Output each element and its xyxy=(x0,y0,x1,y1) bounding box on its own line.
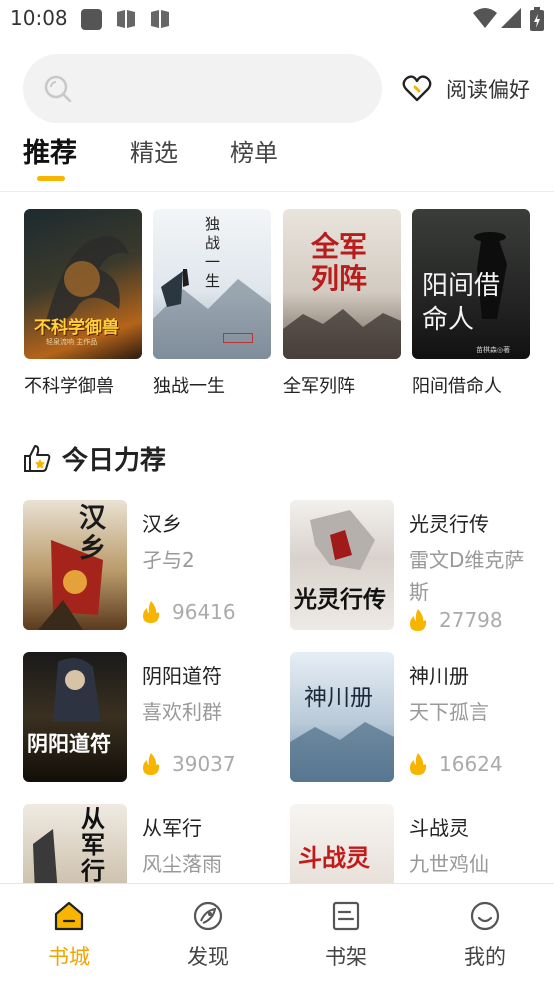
cover-title: 从军行 xyxy=(81,804,105,884)
book-title: 神川册 xyxy=(409,664,469,688)
nav-label: 发现 xyxy=(187,945,229,969)
recommended-book[interactable]: 独战一生 独战一生 xyxy=(153,209,272,398)
book-cover: 神川册 xyxy=(290,652,394,782)
cover-title: 神川册 xyxy=(304,685,373,711)
book-cover: 光灵行传 xyxy=(290,500,394,630)
list-item[interactable]: 神川册 神川册 天下孤言 16624 xyxy=(290,652,540,784)
heat-score: 39037 xyxy=(142,752,236,776)
tab-recommend[interactable]: 推荐 xyxy=(23,131,77,170)
cover-title: 阳间借命人 xyxy=(422,271,501,335)
list-item[interactable]: 汉乡 汉乡 孑与2 96416 xyxy=(23,500,273,632)
list-item[interactable]: 光灵行传 光灵行传 雷文D维克萨斯 27798 xyxy=(290,500,540,632)
book-author: 喜欢利群 xyxy=(142,700,222,724)
recommended-book[interactable]: 不科学御兽 轻泉流响 主作品 不科学御兽 xyxy=(24,209,143,398)
list-item[interactable]: 从军行 从军行 风尘落雨 xyxy=(23,804,273,884)
fire-icon xyxy=(143,601,160,623)
section-header: 今日力荐 xyxy=(22,440,166,476)
recommended-book[interactable]: 阳间借命人 苗棋森◎著 阳间借命人 xyxy=(412,209,531,398)
active-tab-indicator xyxy=(37,176,65,181)
nav-label: 我的 xyxy=(464,945,506,969)
heat-score: 16624 xyxy=(409,752,503,776)
wifi-icon xyxy=(473,8,497,28)
nav-label: 书城 xyxy=(48,945,90,969)
fire-icon xyxy=(143,753,160,775)
bookshelf-icon xyxy=(332,901,360,931)
status-bar: 10:08 xyxy=(0,0,554,38)
book-cover: 汉乡 xyxy=(23,500,127,630)
cover-seal xyxy=(223,333,253,343)
nav-label: 书架 xyxy=(325,945,367,969)
bottom-nav: 书城 发现 书架 我的 xyxy=(0,883,554,985)
book-title: 全军列阵 xyxy=(283,376,355,397)
cover-title: 全军列阵 xyxy=(311,230,368,295)
cover-title: 光灵行传 xyxy=(294,586,386,613)
profile-icon xyxy=(470,901,500,931)
cover-title: 斗战灵 xyxy=(298,843,370,872)
nav-item-discover[interactable]: 发现 xyxy=(168,899,248,971)
book-cover: 全军列阵 xyxy=(283,209,401,359)
tab-ranking[interactable]: 榜单 xyxy=(230,133,278,168)
book-title: 阴阳道符 xyxy=(142,664,222,688)
cover-subtitle: 轻泉流响 主作品 xyxy=(46,338,98,346)
book-cover: 独战一生 xyxy=(153,209,271,359)
section-title: 今日力荐 xyxy=(62,445,167,476)
reading-preference-label: 阅读偏好 xyxy=(446,78,530,102)
book-title: 阳间借命人 xyxy=(412,376,502,397)
heat-value: 16624 xyxy=(439,752,503,776)
search-input[interactable] xyxy=(23,54,382,123)
heat-value: 96416 xyxy=(172,600,236,624)
nav-item-bookstore[interactable]: 书城 xyxy=(29,899,109,971)
list-item[interactable]: 斗战灵 斗战灵 九世鸡仙 xyxy=(290,804,540,884)
cover-title: 不科学御兽 xyxy=(34,318,119,338)
book-cover: 斗战灵 xyxy=(290,804,394,884)
nav-item-bookshelf[interactable]: 书架 xyxy=(306,899,386,971)
book-title: 从军行 xyxy=(142,816,202,840)
heart-icon xyxy=(402,75,432,102)
notification-app-icon xyxy=(81,9,102,30)
cover-title: 汉乡 xyxy=(79,503,106,564)
list-item[interactable]: 阴阳道符 阴阳道符 喜欢利群 39037 xyxy=(23,652,273,784)
home-icon xyxy=(54,901,84,931)
book-title: 汉乡 xyxy=(142,512,182,536)
divider xyxy=(0,191,554,192)
fire-icon xyxy=(410,753,427,775)
recommended-book[interactable]: 全军列阵 全军列阵 xyxy=(283,209,402,398)
heat-score: 27798 xyxy=(409,608,503,632)
book-author: 九世鸡仙 xyxy=(409,852,489,876)
book-cover: 阳间借命人 苗棋森◎著 xyxy=(412,209,530,359)
book-title: 斗战灵 xyxy=(409,816,469,840)
book-cover: 阴阳道符 xyxy=(23,652,127,782)
book-notification-icon xyxy=(117,10,135,28)
book-title: 光灵行传 xyxy=(409,512,489,536)
nav-item-profile[interactable]: 我的 xyxy=(445,899,525,971)
book-cover: 从军行 xyxy=(23,804,127,884)
heat-value: 27798 xyxy=(439,608,503,632)
book-author: 孑与2 xyxy=(142,548,195,572)
status-time: 10:08 xyxy=(10,6,68,30)
book-cover: 不科学御兽 轻泉流响 主作品 xyxy=(24,209,142,359)
signal-icon xyxy=(501,8,521,28)
cover-subtitle: 苗棋森◎著 xyxy=(476,346,511,354)
discover-icon xyxy=(193,901,223,931)
book-author: 天下孤言 xyxy=(409,700,489,724)
cover-title: 阴阳道符 xyxy=(27,731,111,756)
battery-icon xyxy=(530,7,544,31)
search-icon xyxy=(44,75,72,103)
book-notification-icon xyxy=(151,10,169,28)
fire-icon xyxy=(410,609,427,631)
cover-title: 独战一生 xyxy=(205,215,221,290)
reading-preference-button[interactable]: 阅读偏好 xyxy=(402,72,530,106)
heat-value: 39037 xyxy=(172,752,236,776)
book-title: 独战一生 xyxy=(153,376,225,397)
book-title: 不科学御兽 xyxy=(24,376,114,397)
thumbs-up-icon xyxy=(24,445,51,472)
book-author: 风尘落雨 xyxy=(142,852,222,876)
tab-featured[interactable]: 精选 xyxy=(130,133,178,168)
heat-score: 96416 xyxy=(142,600,236,624)
book-author: 雷文D维克萨斯 xyxy=(409,548,525,604)
